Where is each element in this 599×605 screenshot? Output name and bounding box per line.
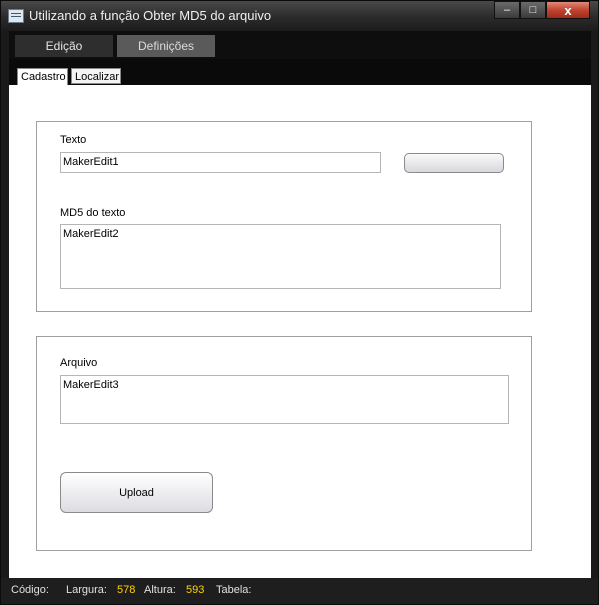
form-content: Texto MakerEdit1 MD5 do texto MakerEdit2… <box>9 85 591 578</box>
file-md5-field[interactable]: MakerEdit3 <box>60 375 509 424</box>
window-title: Utilizando a função Obter MD5 do arquivo <box>29 8 272 23</box>
tab-cadastro[interactable]: Cadastro <box>17 68 68 85</box>
window-controls: – □ x <box>494 1 590 20</box>
tab-definicoes[interactable]: Definições <box>117 35 215 57</box>
text-input[interactable]: MakerEdit1 <box>60 152 381 173</box>
maximize-button[interactable]: □ <box>520 1 546 19</box>
status-tabela-label: Tabela: <box>216 584 252 596</box>
tab-edicao[interactable]: Edição <box>15 35 113 57</box>
file-group: Arquivo MakerEdit3 Upload <box>36 336 532 551</box>
status-largura-value: 578 <box>117 584 136 596</box>
close-button[interactable]: x <box>546 1 590 19</box>
md5-text-group: Texto MakerEdit1 MD5 do texto MakerEdit2 <box>36 121 532 312</box>
status-altura-value: 593 <box>186 584 205 596</box>
minimize-button[interactable]: – <box>494 1 520 19</box>
md5-text-label: MD5 do texto <box>60 207 126 219</box>
file-label: Arquivo <box>60 357 98 369</box>
status-bar: Código: Largura: 578 Altura: 593 Tabela: <box>1 578 598 604</box>
title-bar[interactable]: Utilizando a função Obter MD5 do arquivo… <box>1 1 598 31</box>
tab-localizar[interactable]: Localizar <box>71 68 121 84</box>
status-altura-label: Altura: <box>144 584 176 596</box>
status-largura-label: Largura: <box>66 584 107 596</box>
md5-output-field[interactable]: MakerEdit2 <box>60 224 501 289</box>
upload-button[interactable]: Upload <box>60 472 213 513</box>
app-window: Utilizando a função Obter MD5 do arquivo… <box>0 0 599 605</box>
sub-tab-bar: Cadastro Localizar <box>9 59 591 85</box>
calculate-button[interactable] <box>404 153 504 173</box>
main-tab-bar: Edição Definições <box>9 31 591 59</box>
app-icon <box>8 9 24 23</box>
text-label: Texto <box>60 134 87 146</box>
status-codigo-label: Código: <box>11 584 49 596</box>
